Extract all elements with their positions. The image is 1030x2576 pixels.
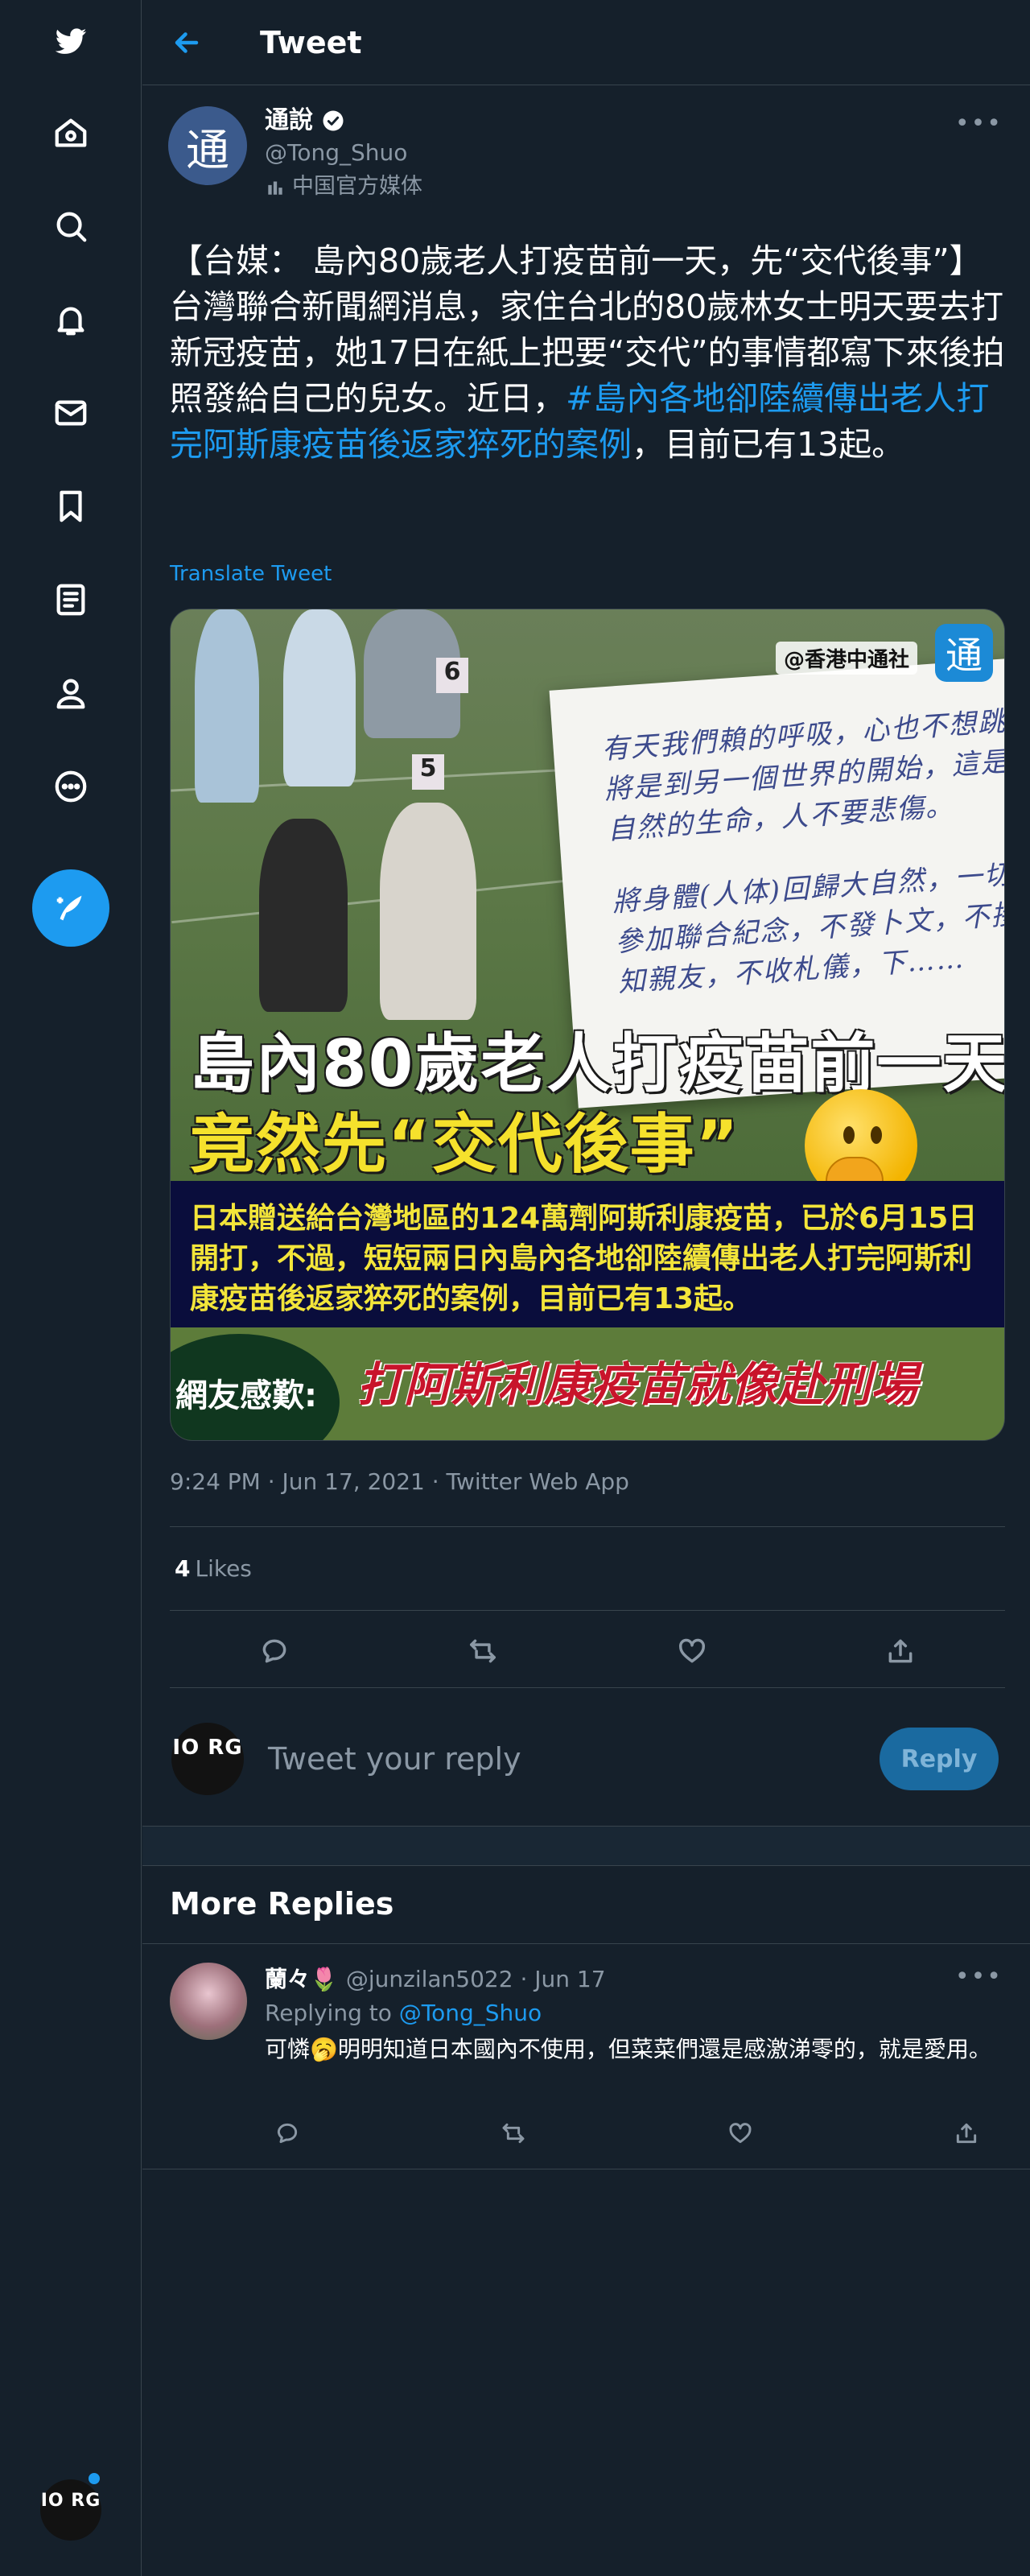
tweet-text-tail: ，目前已有13起。 [632, 425, 905, 464]
twitter-logo-icon[interactable] [44, 14, 97, 68]
reply-author-handle[interactable]: @junzilan5022 · Jun 17 [346, 1964, 606, 1995]
media-photo: 6 5 有天我們賴的呼吸，心也不想跳 將是到另一個世界的開始，這是 自然的生命，… [171, 609, 1005, 1202]
media-subheadline: 竟然先“交代後事” [190, 1107, 740, 1182]
retweet-icon [470, 1639, 496, 1663]
media-headline: 島內80歲老人打疫苗前一天 [190, 1026, 1005, 1101]
retweet-button[interactable] [491, 2111, 536, 2156]
verified-badge-icon [323, 110, 344, 131]
tongshuo-logo-icon: 通 [935, 624, 993, 682]
likes-number: 4 [175, 1555, 191, 1582]
divider [170, 1526, 1005, 1527]
heart-icon [678, 1638, 705, 1663]
reply-author-name[interactable]: 蘭々🌷 [265, 1964, 338, 1995]
reply-button[interactable] [252, 1629, 297, 1674]
like-button[interactable] [718, 2111, 763, 2156]
media-caption-band: 日本贈送給台灣地區的124萬劑阿斯利康疫苗，已於6月15日開打，不過，短短兩日內… [171, 1181, 1004, 1327]
likes-count[interactable]: 4 Likes [175, 1555, 252, 1582]
replying-to: Replying to @Tong_Shuo [265, 2000, 542, 2026]
divider [170, 1610, 1005, 1611]
main-column: Tweet 通 通說 @Tong_Shuo 中国官方媒体 ••• 【台媒： 島內… [142, 0, 1030, 2576]
side-navigation: IO RG [0, 0, 142, 2576]
page-header: Tweet [142, 0, 1030, 85]
home-icon[interactable] [44, 106, 97, 159]
compose-tweet-icon [56, 895, 82, 921]
replying-to-handle[interactable]: @Tong_Shuo [399, 2000, 542, 2026]
state-media-icon [268, 181, 282, 195]
tweet-actions [170, 1623, 1005, 1679]
seat-number-6: 6 [436, 658, 468, 693]
more-icon[interactable] [44, 760, 97, 813]
reply-icon [262, 1639, 286, 1663]
reply-submit-button[interactable]: Reply [880, 1728, 999, 1790]
tweet-more-options-icon[interactable]: ••• [955, 109, 1003, 138]
photo-figure [195, 609, 259, 803]
heart-icon [729, 2123, 752, 2144]
profile-icon[interactable] [44, 667, 97, 720]
seat-number-5: 5 [412, 754, 444, 790]
share-icon [888, 1639, 913, 1663]
media-watermark: @香港中通社 [775, 642, 917, 675]
share-button[interactable] [878, 1629, 923, 1674]
reply-button[interactable] [265, 2111, 310, 2156]
back-button[interactable] [167, 23, 207, 63]
author-avatar[interactable]: 通 [168, 106, 247, 185]
tweet-media-image[interactable]: 6 5 有天我們賴的呼吸，心也不想跳 將是到另一個世界的開始，這是 自然的生命，… [170, 609, 1005, 1441]
divider [170, 1687, 1005, 1688]
reply-text: 可憐🥱明明知道日本國內不使用，但菜菜們還是感激涕零的，就是愛用。 [265, 2036, 991, 2062]
media-footer-band: 網友感歎: 打阿斯利康疫苗就像赴刑場 [171, 1327, 1004, 1440]
lists-icon[interactable] [44, 573, 97, 626]
media-footer-label: 網友感歎: [175, 1377, 317, 1414]
reply-actions [265, 2111, 1005, 2156]
bookmarks-icon[interactable] [44, 480, 97, 533]
retweet-icon [502, 2123, 525, 2144]
back-arrow-icon [175, 32, 199, 53]
compose-tweet-button[interactable] [32, 869, 109, 947]
photo-figure [259, 819, 348, 1012]
translate-tweet-link[interactable]: Translate Tweet [170, 562, 332, 586]
author-handle[interactable]: @Tong_Shuo [265, 137, 422, 169]
account-avatar[interactable]: IO RG [40, 2479, 101, 2541]
reply-user-avatar[interactable]: IO RG [171, 1723, 244, 1795]
divider [142, 1943, 1030, 1944]
retweet-button[interactable] [460, 1629, 505, 1674]
share-icon [956, 2123, 977, 2144]
author-name[interactable]: 通說 [265, 105, 313, 137]
replying-to-label: Replying to [265, 2000, 392, 2026]
notifications-icon[interactable] [44, 293, 97, 346]
reply-input[interactable]: Tweet your reply [268, 1739, 521, 1779]
photo-figure [283, 609, 356, 786]
photo-figure [380, 803, 476, 1020]
author-info: 通說 @Tong_Shuo 中国官方媒体 [265, 105, 422, 203]
state-media-text: 中国官方媒体 [292, 174, 422, 199]
tweet-timestamp[interactable]: 9:24 PM · Jun 17, 2021 · Twitter Web App [170, 1468, 629, 1495]
messages-icon[interactable] [44, 386, 97, 440]
more-replies-heading: More Replies [170, 1886, 394, 1922]
notification-dot [89, 2473, 100, 2484]
reply-more-options-icon[interactable]: ••• [955, 1963, 1003, 1991]
likes-label: Likes [195, 1555, 252, 1582]
reply-icon [277, 2123, 298, 2144]
page-title: Tweet [260, 25, 362, 60]
section-separator [142, 1826, 1030, 1866]
share-button[interactable] [944, 2111, 989, 2156]
state-media-label[interactable]: 中国官方媒体 [265, 171, 422, 203]
explore-icon[interactable] [44, 200, 97, 253]
reply-author-avatar[interactable] [170, 1963, 247, 2040]
tweet-text: 【台媒： 島內80歲老人打疫苗前一天，先“交代後事”】 台灣聯合新聞網消息，家住… [170, 238, 1007, 468]
media-footer-text: 打阿斯利康疫苗就像赴刑場 [357, 1357, 918, 1412]
like-button[interactable] [670, 1629, 715, 1674]
